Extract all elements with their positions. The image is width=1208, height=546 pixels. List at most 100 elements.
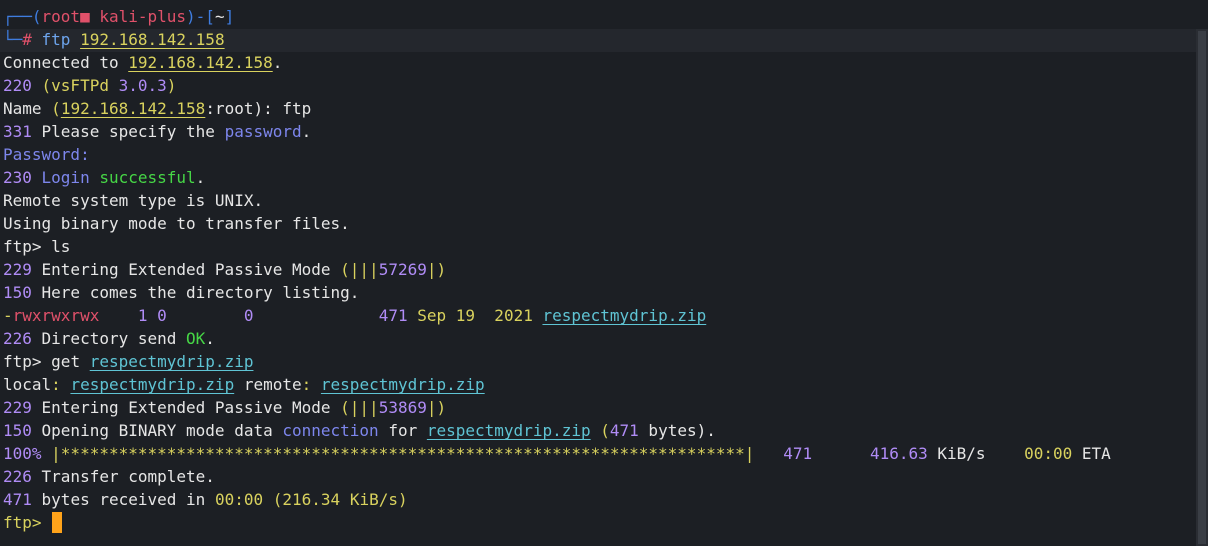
- permissions: rwxrwxrwx: [12, 306, 100, 325]
- output-line: 331 Please specify the password.: [3, 120, 1194, 143]
- prompt-cwd: ~: [214, 7, 225, 26]
- elapsed-time: 00:00: [214, 490, 264, 509]
- text: Please specify the: [41, 122, 225, 141]
- terminal-output: ┌──(root■ kali-plus)-[~] └─# ftp 192.168…: [3, 5, 1194, 534]
- status-code: 220: [3, 76, 42, 95]
- text: OK: [186, 329, 206, 348]
- prompt-bracket: )-[: [186, 7, 215, 26]
- text: :: [51, 375, 71, 394]
- text: .: [195, 168, 206, 187]
- text: (: [590, 421, 610, 440]
- link-owner-group: 1 0 0: [99, 306, 379, 325]
- prompt-host: kali-plus: [89, 7, 187, 26]
- status-code: 226: [3, 329, 42, 348]
- command-text: ls: [51, 237, 71, 256]
- progress-unit: KiB/s: [927, 444, 986, 463]
- text: remote: [234, 375, 302, 394]
- progress-percent: 100%: [3, 444, 42, 463]
- text: bytes received in: [31, 490, 215, 509]
- text: (vsFTPd: [41, 76, 119, 95]
- text: bytes).: [638, 421, 716, 440]
- ip-link[interactable]: 192.168.142.158: [61, 99, 206, 118]
- file-link[interactable]: respectmydrip.zip: [70, 375, 234, 394]
- ftp-prompt: ftp>: [3, 352, 52, 371]
- ftp-command-line: ftp> ls: [3, 235, 1194, 258]
- file-type: -: [3, 306, 13, 325]
- file-link[interactable]: respectmydrip.zip: [321, 375, 485, 394]
- output-line: 150 Opening BINARY mode data connection …: [3, 419, 1194, 442]
- text: local: [3, 375, 52, 394]
- output-line: 220 (vsFTPd 3.0.3): [3, 74, 1194, 97]
- prompt-hash: #: [22, 30, 42, 49]
- bytes-count: 471: [3, 490, 32, 509]
- command-arg-ip[interactable]: 192.168.142.158: [80, 30, 225, 49]
- text: Name: [3, 99, 52, 118]
- progress-size: 471: [754, 444, 813, 463]
- text: password: [224, 122, 302, 141]
- ftp-command-line: ftp> get respectmydrip.zip: [3, 350, 1194, 373]
- prompt-corner: ┌──(: [3, 7, 42, 26]
- text-cursor[interactable]: [51, 512, 62, 533]
- active-prompt-line[interactable]: ftp>: [3, 511, 1194, 534]
- text: connection: [282, 421, 379, 440]
- directory-listing-row: -rwxrwxrwx 1 0 0 471 Sep 19 2021 respect…: [3, 304, 1194, 327]
- output-line: 471 bytes received in 00:00 (216.34 KiB/…: [3, 488, 1194, 511]
- file-link[interactable]: respectmydrip.zip: [427, 421, 591, 440]
- output-line: Connected to 192.168.142.158.: [3, 51, 1194, 74]
- terminal-window[interactable]: ┌──(root■ kali-plus)-[~] └─# ftp 192.168…: [0, 0, 1208, 546]
- ip-link[interactable]: 192.168.142.158: [128, 53, 273, 72]
- status-code: 150: [3, 421, 42, 440]
- status-code: 150: [3, 283, 42, 302]
- prompt-bracket-end: ]: [224, 7, 235, 26]
- output-line: 226 Directory send OK.: [3, 327, 1194, 350]
- output-line: 226 Transfer complete.: [3, 465, 1194, 488]
- progress-line: 100% |**********************************…: [3, 442, 1194, 465]
- status-code: 230: [3, 168, 42, 187]
- text: Login: [41, 168, 100, 187]
- text: for: [378, 421, 427, 440]
- ftp-prompt: ftp>: [3, 513, 42, 532]
- status-code: 229: [3, 260, 42, 279]
- skull-icon: ■: [80, 7, 90, 26]
- progress-bar: |***************************************…: [41, 444, 755, 463]
- text: Opening BINARY mode data: [41, 421, 283, 440]
- ftp-prompt: ftp>: [3, 237, 52, 256]
- password-prompt: Password:: [3, 145, 90, 164]
- text: Connected to: [3, 53, 129, 72]
- status-code: 331: [3, 122, 42, 141]
- scrollbar-thumb[interactable]: [1198, 31, 1206, 544]
- rate-unit: KiB/s): [349, 490, 408, 509]
- file-link[interactable]: respectmydrip.zip: [542, 306, 706, 325]
- text: Transfer complete.: [41, 467, 215, 486]
- output-line: Using binary mode to transfer files.: [3, 214, 350, 233]
- port-number: 57269: [378, 260, 427, 279]
- file-link[interactable]: respectmydrip.zip: [90, 352, 254, 371]
- text: (|||: [340, 260, 379, 279]
- command-line: └─# ftp 192.168.142.158: [3, 28, 1194, 51]
- text: Entering Extended Passive Mode: [41, 398, 341, 417]
- output-line: Remote system type is UNIX.: [3, 191, 264, 210]
- progress-rate: 416.63: [812, 444, 928, 463]
- username-value: ftp: [282, 99, 312, 118]
- text: Directory send: [41, 329, 187, 348]
- output-line: local: respectmydrip.zip remote: respect…: [3, 373, 1194, 396]
- progress-eta: ETA: [1072, 444, 1111, 463]
- text: .: [301, 122, 312, 141]
- file-size: 471: [378, 306, 408, 325]
- file-size: 471: [609, 421, 639, 440]
- file-date: Sep 19 2021: [407, 306, 543, 325]
- status-code: 226: [3, 467, 42, 486]
- text: Entering Extended Passive Mode: [41, 260, 341, 279]
- prompt-corner-bottom: └─: [3, 30, 23, 49]
- port-number: 53869: [378, 398, 427, 417]
- output-line: 150 Here comes the directory listing.: [3, 281, 1194, 304]
- version: 3.0.3: [118, 76, 167, 95]
- text: |): [426, 260, 447, 279]
- prompt-user: root: [41, 7, 81, 26]
- text: (: [51, 99, 61, 118]
- text: successful: [99, 168, 196, 187]
- text: :root):: [205, 99, 283, 118]
- text: :: [301, 375, 321, 394]
- scrollbar[interactable]: [1196, 29, 1208, 546]
- output-line: 229 Entering Extended Passive Mode (|||5…: [3, 396, 1194, 419]
